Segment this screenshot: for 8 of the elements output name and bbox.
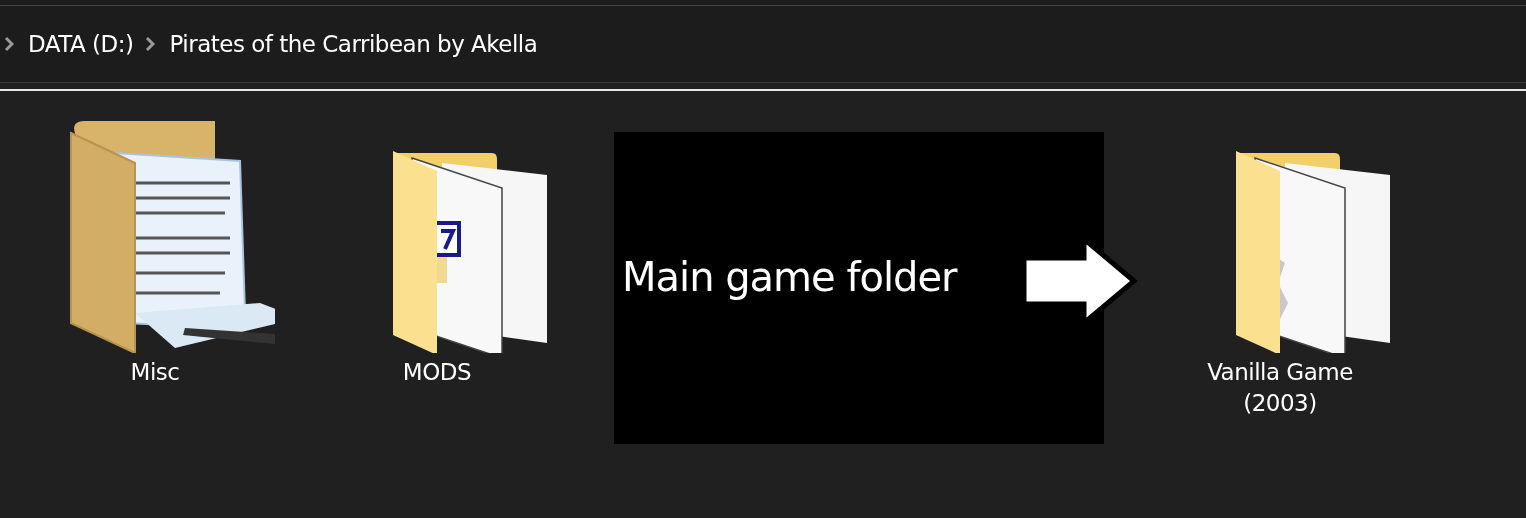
folder-name[interactable]: Vanilla Game (2003) [1185, 357, 1375, 420]
breadcrumb-item[interactable]: DATA (D:) [28, 31, 134, 57]
folder-name[interactable]: MODS [342, 357, 532, 389]
folder-name[interactable]: Misc [60, 357, 250, 389]
chevron-icon[interactable] [4, 36, 14, 52]
annotation-text: Main game folder [622, 254, 957, 300]
breadcrumb-item[interactable]: Pirates of the Carribean by Akella [169, 31, 538, 57]
chevron-icon[interactable] [145, 36, 156, 52]
